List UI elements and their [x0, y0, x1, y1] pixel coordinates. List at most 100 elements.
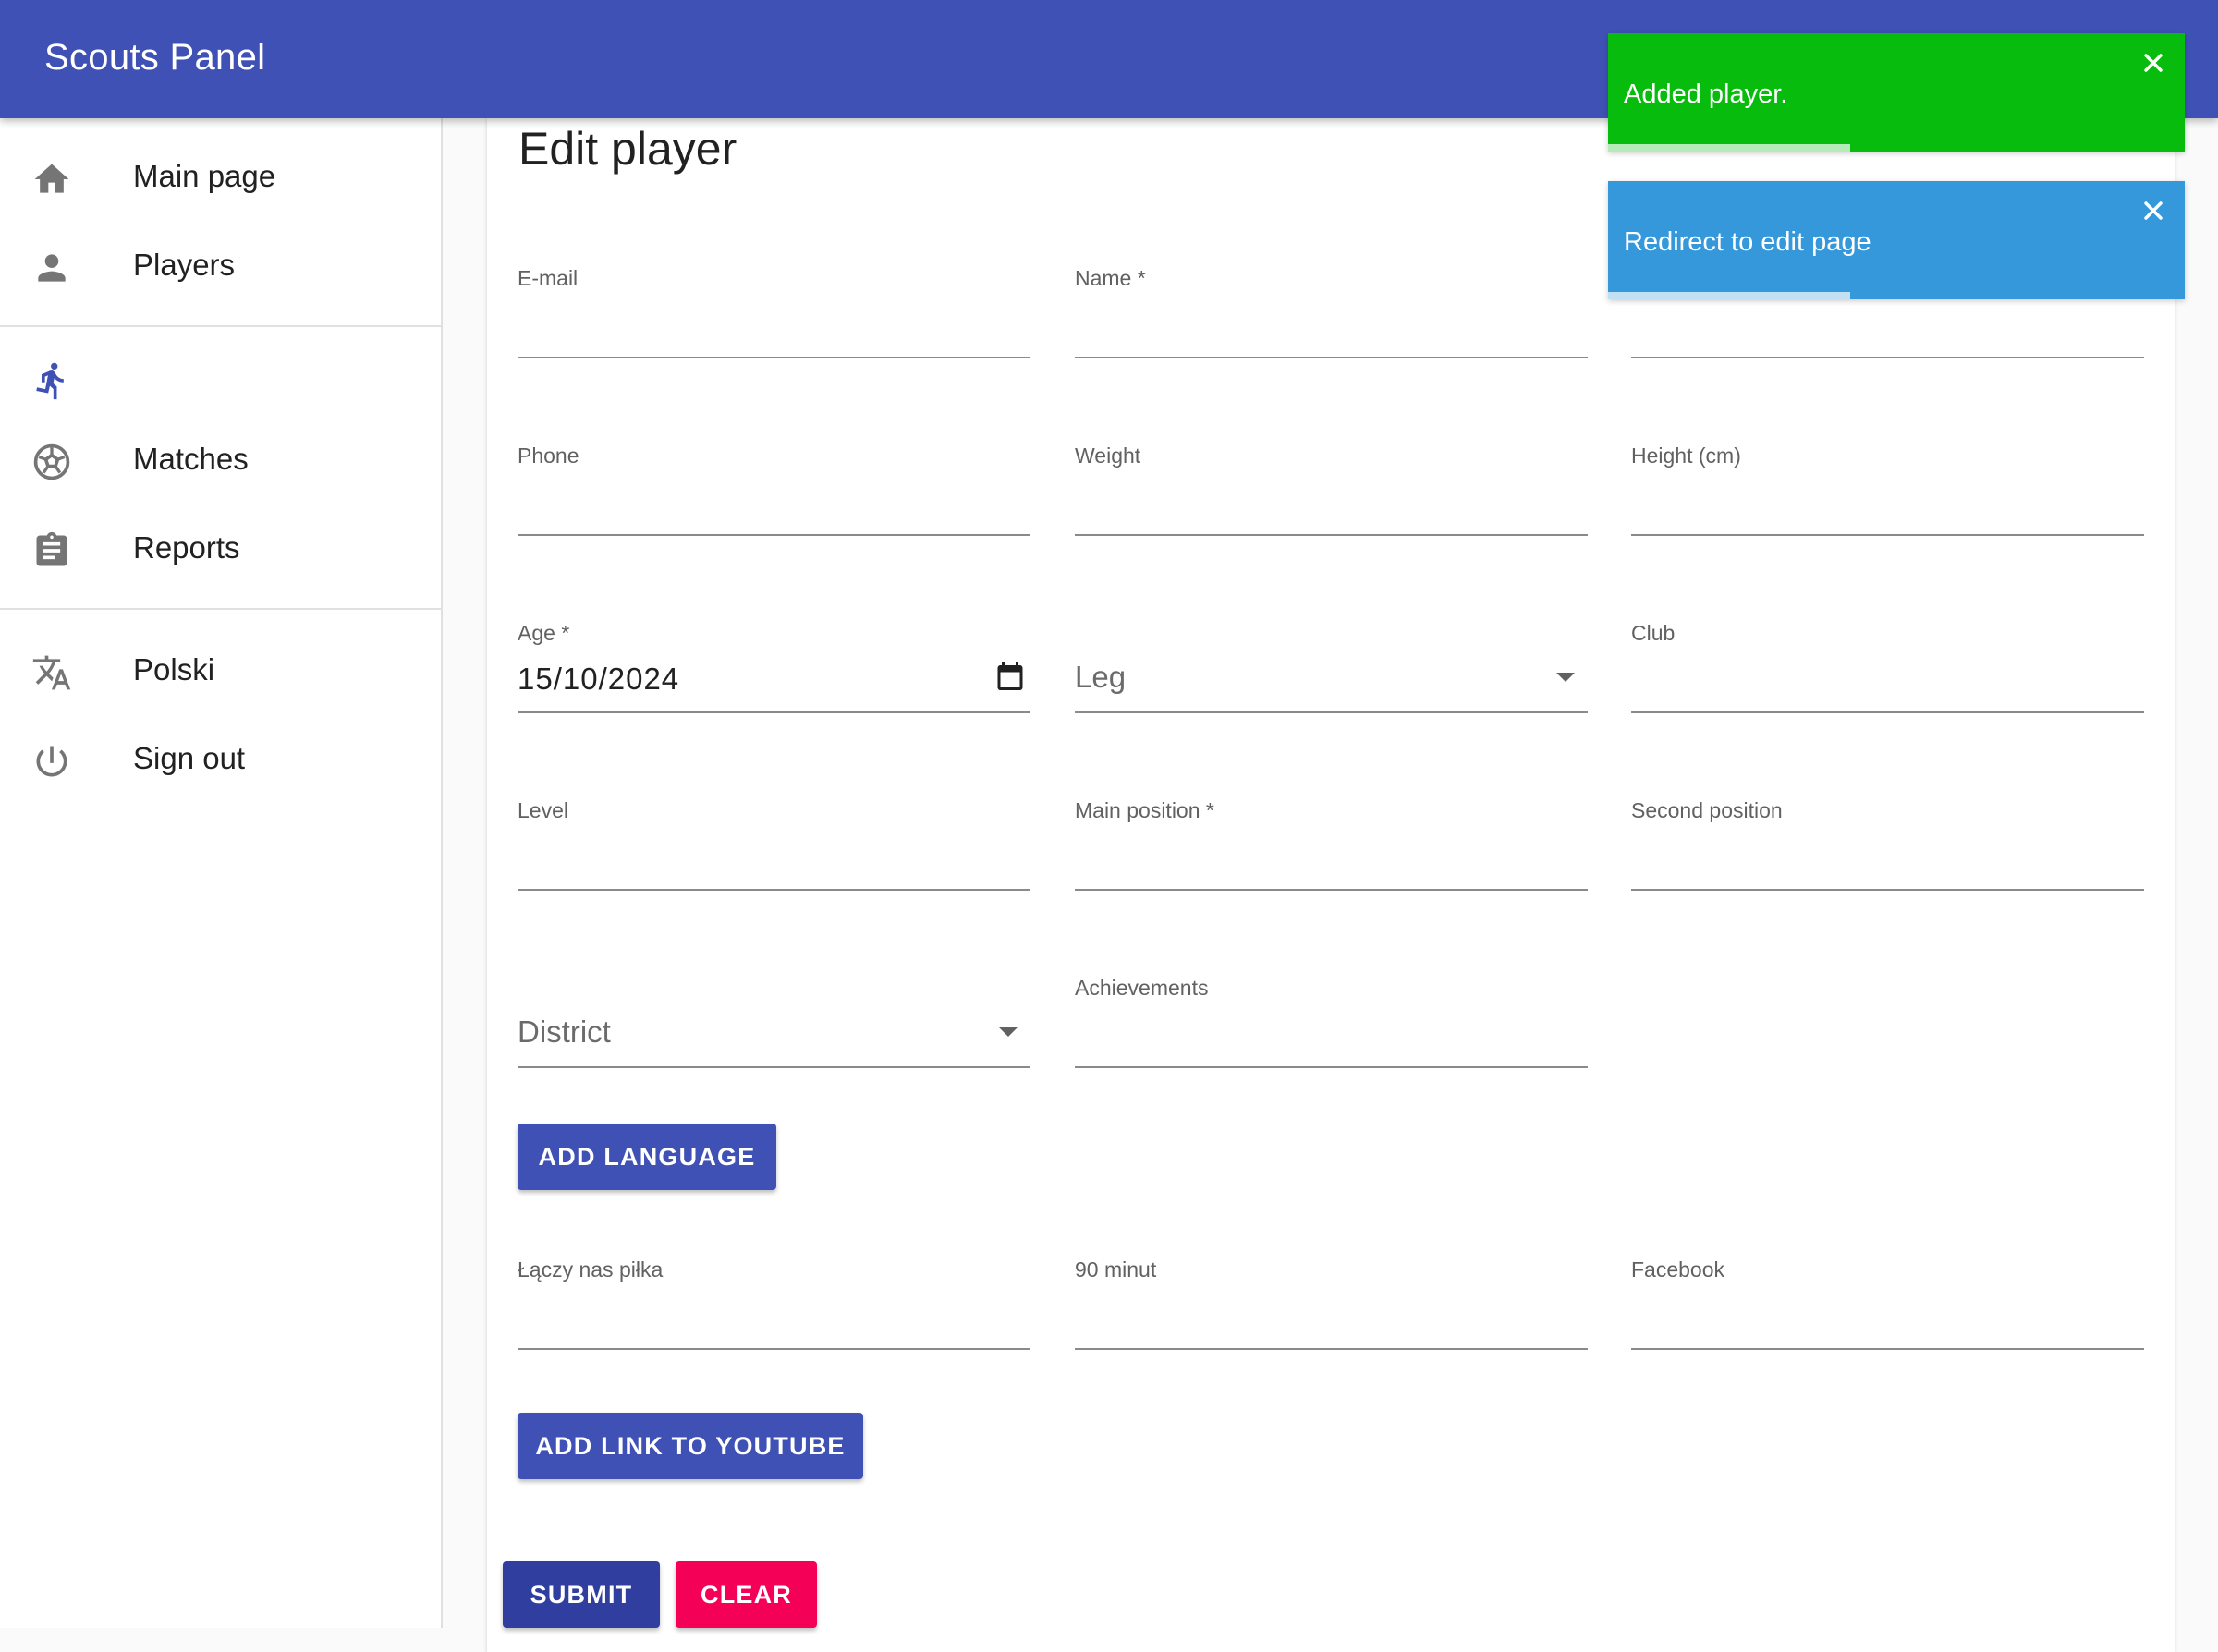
input-underline [1075, 889, 1588, 891]
laczy-nas-pilka-field[interactable]: Łączy nas piłka [518, 1257, 1030, 1350]
input-underline [1075, 711, 1588, 713]
level-field[interactable]: Level [518, 798, 1030, 891]
input-underline [1631, 889, 2144, 891]
input-underline [518, 1348, 1030, 1350]
running-icon [36, 362, 64, 400]
email-label: E-mail [518, 266, 579, 290]
input-underline [1075, 1066, 1588, 1068]
phone-input[interactable] [518, 475, 1030, 527]
sidebar-item-label: Matches [133, 442, 249, 476]
height-label: Height (cm) [1631, 443, 1741, 468]
toast-message: Redirect to edit page [1624, 227, 1871, 257]
sidebar-item-reports[interactable]: Reports [0, 504, 441, 593]
main-position-input[interactable] [1075, 830, 1588, 881]
input-underline [1075, 357, 1588, 358]
sidebar-divider [0, 608, 441, 610]
sidebar-item-language[interactable]: Polski [0, 626, 441, 715]
sidebar: Main page Players Matches Reports Polski… [0, 118, 443, 1628]
second-position-input[interactable] [1631, 830, 2144, 881]
age-date-value[interactable]: 15/10/2024 [518, 662, 679, 697]
leg-select[interactable]: Leg [1075, 621, 1588, 713]
sidebar-item-main-page[interactable]: Main page [0, 133, 441, 222]
toast-progress-bar [1608, 144, 1850, 152]
input-underline [518, 357, 1030, 358]
sidebar-item-label: Players [133, 248, 236, 282]
laczy-nas-pilka-input[interactable] [518, 1289, 1030, 1341]
name-input[interactable] [1075, 298, 1588, 349]
achievements-input[interactable] [1075, 1007, 1588, 1059]
email-field[interactable]: E-mail [518, 266, 1030, 358]
facebook-field[interactable]: Facebook [1631, 1257, 2144, 1350]
add-youtube-link-button[interactable]: ADD LINK TO YOUTUBE [518, 1413, 863, 1479]
dropdown-arrow-icon [1556, 673, 1575, 682]
close-icon[interactable] [2139, 196, 2168, 225]
club-field[interactable]: Club [1631, 621, 2144, 713]
input-underline [1631, 711, 2144, 713]
toast-progress-bar [1608, 292, 1850, 299]
surname-input[interactable] [1631, 298, 2144, 349]
page-title: Edit player [518, 123, 737, 175]
phone-field[interactable]: Phone [518, 443, 1030, 536]
submit-button[interactable]: SUBMIT [503, 1561, 660, 1628]
90-minut-label: 90 minut [1075, 1257, 1157, 1282]
toast-success[interactable]: Added player. [1608, 33, 2185, 152]
sidebar-item-players[interactable]: Players [0, 222, 441, 310]
add-language-button[interactable]: ADD LANGUAGE [518, 1124, 776, 1190]
leg-placeholder: Leg [1075, 660, 1127, 694]
home-icon [34, 164, 69, 193]
sidebar-item-sign-out[interactable]: Sign out [0, 715, 441, 804]
clear-button[interactable]: CLEAR [676, 1561, 817, 1628]
height-input[interactable] [1631, 475, 2144, 527]
facebook-input[interactable] [1631, 1289, 2144, 1341]
sidebar-item-label: Polski [133, 652, 215, 686]
height-field[interactable]: Height (cm) [1631, 443, 2144, 536]
edit-player-card: Edit player E-mail Name * Phone Weight H… [487, 118, 2175, 1652]
input-underline [518, 1066, 1030, 1068]
level-label: Level [518, 798, 568, 822]
90-minut-input[interactable] [1075, 1289, 1588, 1341]
second-position-field[interactable]: Second position [1631, 798, 2144, 891]
phone-label: Phone [518, 443, 579, 468]
weight-label: Weight [1075, 443, 1141, 468]
name-field[interactable]: Name * [1075, 266, 1588, 358]
calendar-icon[interactable] [993, 660, 1027, 693]
achievements-label: Achievements [1075, 976, 1209, 1000]
sidebar-item-running[interactable] [0, 334, 441, 423]
weight-field[interactable]: Weight [1075, 443, 1588, 536]
input-underline [518, 711, 1030, 713]
weight-input[interactable] [1075, 475, 1588, 527]
input-underline [1631, 1348, 2144, 1350]
email-input[interactable] [518, 298, 1030, 349]
sidebar-divider [0, 325, 441, 327]
person-icon [38, 254, 66, 282]
club-input[interactable] [1631, 652, 2144, 704]
second-position-label: Second position [1631, 798, 1783, 822]
sidebar-item-matches[interactable]: Matches [0, 416, 441, 504]
laczy-nas-pilka-label: Łączy nas piłka [518, 1257, 664, 1282]
close-icon[interactable] [2139, 48, 2168, 78]
sidebar-item-label: Reports [133, 530, 240, 565]
level-input[interactable] [518, 830, 1030, 881]
90-minut-field[interactable]: 90 minut [1075, 1257, 1588, 1350]
achievements-field[interactable]: Achievements [1075, 976, 1588, 1068]
main-position-label: Main position * [1075, 798, 1214, 822]
app-title: Scouts Panel [44, 37, 266, 78]
input-underline [1631, 357, 2144, 358]
input-underline [518, 534, 1030, 536]
toast-message: Added player. [1624, 79, 1788, 109]
dropdown-arrow-icon [999, 1027, 1018, 1037]
district-select[interactable]: District [518, 976, 1030, 1068]
soccer-ball-icon [33, 443, 70, 480]
power-icon [36, 746, 67, 777]
name-label: Name * [1075, 266, 1146, 290]
sidebar-item-label: Main page [133, 159, 276, 193]
toast-info[interactable]: Redirect to edit page [1608, 181, 2185, 299]
main-position-field[interactable]: Main position * [1075, 798, 1588, 891]
club-label: Club [1631, 621, 1676, 645]
age-field[interactable]: Age * 15/10/2024 [518, 621, 1030, 713]
input-underline [1631, 534, 2144, 536]
translate-icon [32, 655, 71, 690]
input-underline [1075, 534, 1588, 536]
clipboard-icon [36, 531, 67, 566]
facebook-label: Facebook [1631, 1257, 1725, 1282]
